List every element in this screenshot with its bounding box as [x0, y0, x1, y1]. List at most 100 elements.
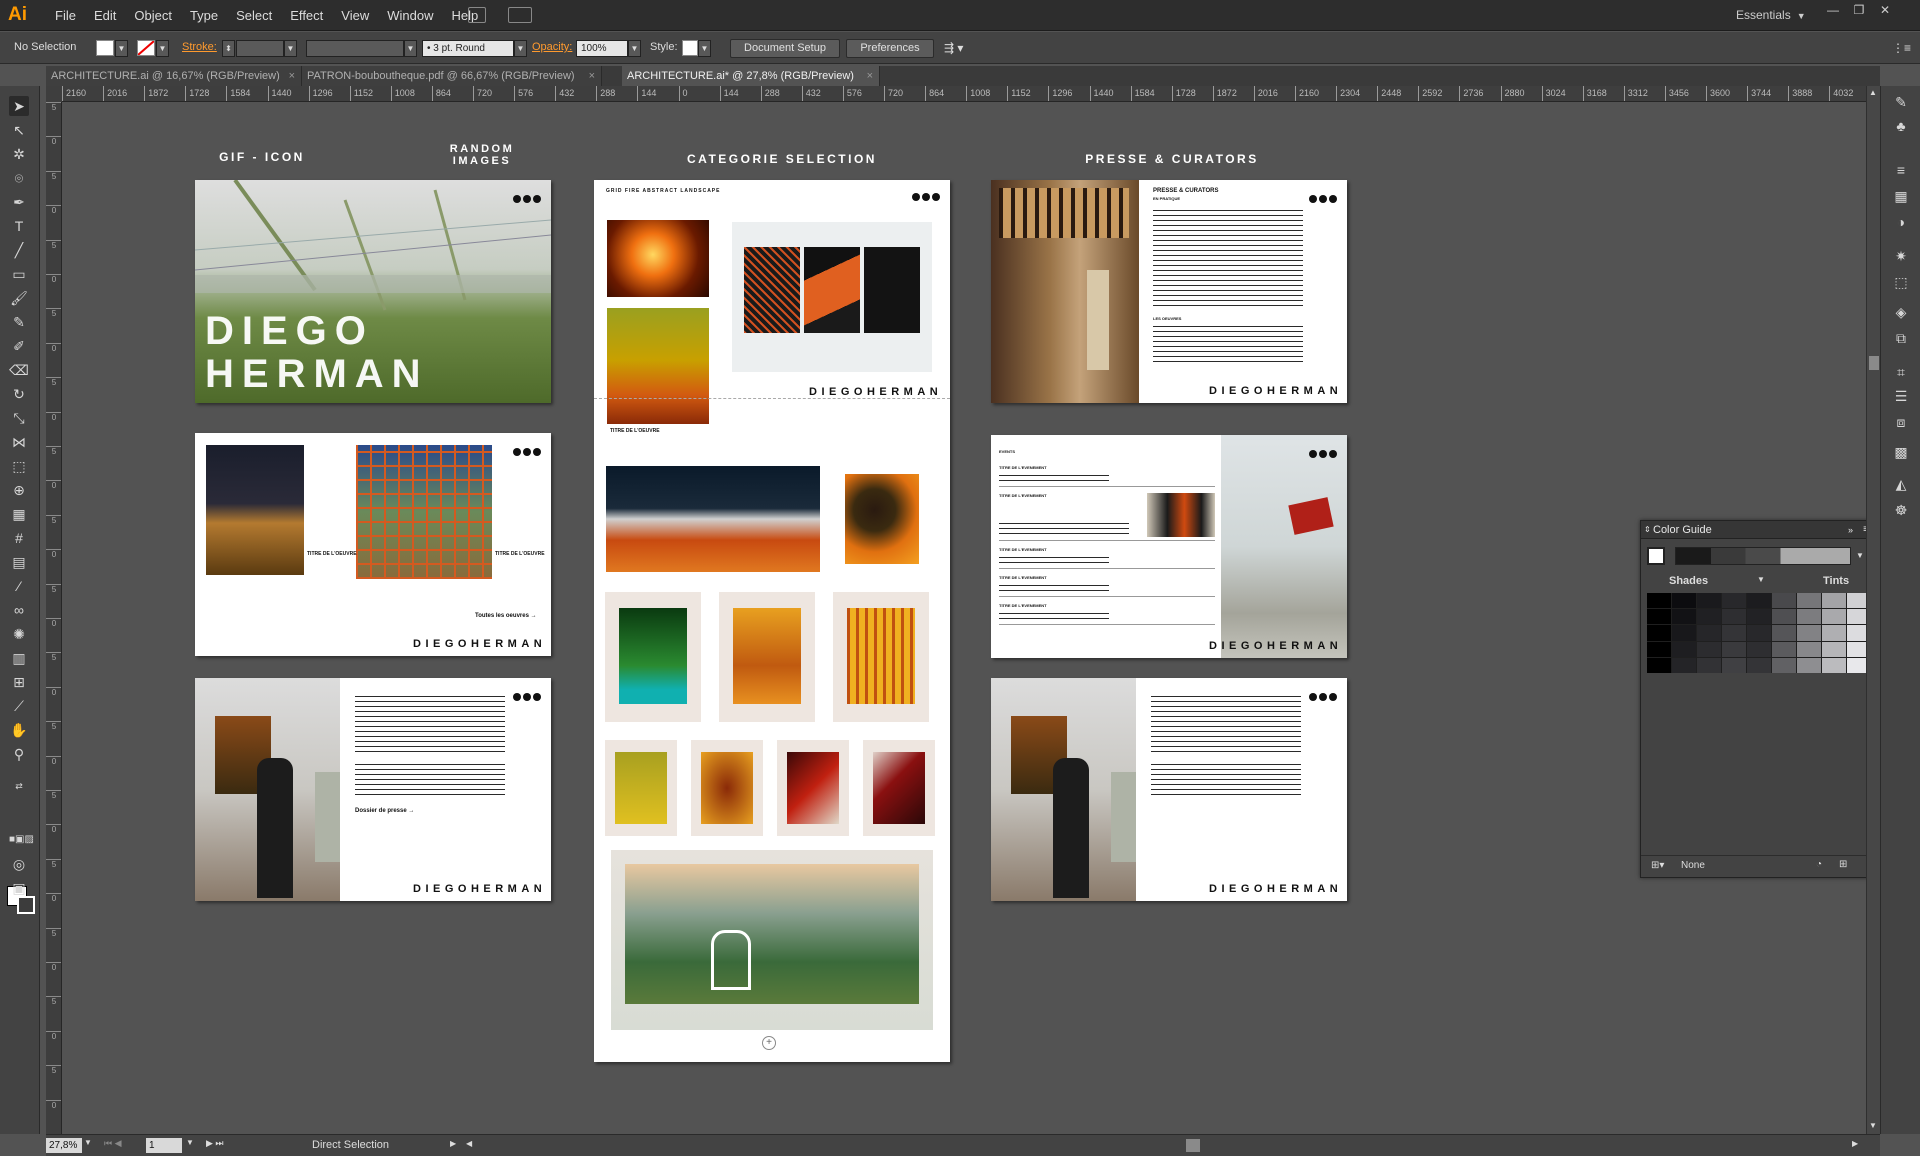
menu-window[interactable]: Window	[378, 0, 442, 31]
harmony-rules-bar[interactable]	[1675, 547, 1851, 565]
edit-colors-icon[interactable]: ◔	[1816, 859, 1822, 870]
color-variation-swatch[interactable]	[1647, 609, 1671, 625]
hand-tool-icon[interactable]: ✋	[9, 720, 29, 740]
symbol-sprayer-tool-icon[interactable]: ✺	[9, 624, 29, 644]
fill-dropdown[interactable]: ▼	[115, 40, 128, 57]
lasso-tool-icon[interactable]: ⌾	[9, 168, 29, 188]
menu-object[interactable]: Object	[125, 0, 181, 31]
direct-selection-tool-icon[interactable]: ↖	[9, 120, 29, 140]
opacity-dropdown[interactable]: ▼	[628, 40, 641, 57]
color-variation-swatch[interactable]	[1722, 641, 1746, 657]
color-variation-swatch[interactable]	[1672, 657, 1696, 673]
color-variation-swatch[interactable]	[1747, 641, 1771, 657]
menu-file[interactable]: File	[46, 0, 85, 31]
color-variation-swatch[interactable]	[1672, 593, 1696, 609]
color-variation-swatch[interactable]	[1822, 609, 1846, 625]
swap-fill-stroke-icon[interactable]: ⇄	[9, 776, 29, 796]
vertical-scrollbar[interactable]: ▲ ▼	[1866, 86, 1880, 1134]
width-tool-icon[interactable]: ⋈	[9, 432, 29, 452]
minimize-icon[interactable]: —	[1820, 2, 1846, 18]
menu-view[interactable]: View	[332, 0, 378, 31]
close-tab-icon[interactable]: ×	[867, 66, 873, 86]
next-artboard-icon[interactable]: ▶ ⏭	[206, 1138, 224, 1149]
brushes-panel-icon[interactable]: ✎	[1891, 92, 1911, 112]
artboard-presse[interactable]: PRESSE & CURATORS EN PRATIQUE LES OEUVRE…	[991, 180, 1347, 403]
event-item[interactable]: TITRE DE L'EVENEMENT	[999, 547, 1215, 569]
color-variation-swatch[interactable]	[1747, 593, 1771, 609]
zoom-dropdown-icon[interactable]: ▼	[84, 1138, 92, 1147]
rotate-tool-icon[interactable]: ↻	[9, 384, 29, 404]
color-variation-swatch[interactable]	[1822, 641, 1846, 657]
color-variation-swatch[interactable]	[1697, 657, 1721, 673]
column-graph-tool-icon[interactable]: ▥	[9, 648, 29, 668]
color-variation-swatch[interactable]	[1672, 625, 1696, 641]
symbols-panel-icon[interactable]: ♣	[1891, 116, 1911, 136]
color-variation-swatch[interactable]	[1822, 593, 1846, 609]
panel-header[interactable]: ⇕ Color Guide » ≡	[1641, 521, 1875, 539]
shape-builder-tool-icon[interactable]: ⊕	[9, 480, 29, 500]
vertical-scroll-thumb[interactable]	[1869, 356, 1879, 370]
variable-width-dropdown[interactable]: ▼	[404, 40, 417, 57]
color-variation-swatch[interactable]	[1772, 657, 1796, 673]
artboard-gif-icon[interactable]: DIEGO HERMAN	[195, 180, 551, 403]
status-menu-icon[interactable]: ▶	[450, 1139, 456, 1148]
color-variation-swatch[interactable]	[1672, 641, 1696, 657]
line-tool-icon[interactable]: ╱	[9, 240, 29, 260]
scroll-left-icon[interactable]: ◀	[466, 1139, 472, 1148]
color-variation-swatch[interactable]	[1772, 593, 1796, 609]
menu-edit[interactable]: Edit	[85, 0, 125, 31]
zoom-tool-icon[interactable]: ⚲	[9, 744, 29, 764]
color-panel-icon[interactable]: ☸	[1891, 500, 1911, 520]
type-tool-icon[interactable]: T	[9, 216, 29, 236]
stroke-swatch[interactable]	[137, 40, 155, 56]
menu-effect[interactable]: Effect	[281, 0, 332, 31]
base-color-swatch[interactable]	[1647, 547, 1665, 565]
color-mode-icons[interactable]: ■▣▨	[9, 830, 34, 850]
stroke-weight-dropdown[interactable]: ▼	[284, 40, 297, 57]
expand-panel-icon[interactable]: »	[1848, 521, 1853, 539]
color-variation-swatch[interactable]	[1822, 625, 1846, 641]
paintbrush-tool-icon[interactable]: 🖌	[9, 288, 29, 308]
slice-tool-icon[interactable]: ⟋	[9, 696, 29, 716]
color-guide-panel-icon[interactable]: ◭	[1891, 474, 1911, 494]
artboard-random-images[interactable]: TITRE DE L'OEUVRE TITRE DE L'OEUVRE Tout…	[195, 433, 551, 656]
horizontal-scroll-thumb[interactable]	[1186, 1139, 1200, 1152]
close-tab-icon[interactable]: ×	[589, 66, 595, 86]
horizontal-ruler[interactable]: 2160 2016 1872 1728 1584 1440 1296 1152 1008 864 7…	[62, 86, 1868, 102]
scale-tool-icon[interactable]: ⤡	[9, 408, 29, 428]
color-variation-swatch[interactable]	[1722, 657, 1746, 673]
transparency-panel-icon[interactable]: ◑	[1891, 212, 1911, 232]
color-variation-swatch[interactable]	[1697, 593, 1721, 609]
color-variation-swatch[interactable]	[1822, 657, 1846, 673]
brush-definition[interactable]: • 3 pt. Round	[422, 40, 514, 57]
color-variation-swatch[interactable]	[1772, 625, 1796, 641]
brush-dropdown[interactable]: ▼	[514, 40, 527, 57]
pen-tool-icon[interactable]: ✒	[9, 192, 29, 212]
stroke-weight-field[interactable]	[236, 40, 284, 57]
stroke-color-box[interactable]	[17, 896, 35, 914]
panel-menu-icon[interactable]: ⋮≡	[1892, 41, 1911, 55]
free-transform-tool-icon[interactable]: ⬚	[9, 456, 29, 476]
style-dropdown[interactable]: ▼	[698, 40, 711, 57]
color-variation-swatch[interactable]	[1797, 625, 1821, 641]
style-swatch[interactable]	[682, 40, 698, 56]
color-variation-swatch[interactable]	[1797, 609, 1821, 625]
preferences-button[interactable]: Preferences	[846, 39, 934, 58]
swatch-library-icon[interactable]: ⊞▾	[1651, 860, 1664, 871]
restore-icon[interactable]: ❐	[1846, 2, 1872, 18]
stroke-weight-stepper[interactable]: ⬍	[222, 40, 235, 57]
graphic-styles-panel-icon[interactable]: ⬚	[1891, 272, 1911, 292]
screen-mode-icon[interactable]: ▣	[9, 878, 29, 898]
artboard-categorie-selection[interactable]: GRID FIRE ABSTRACT LANDSCAPE DIEGOHERMAN…	[594, 180, 950, 1062]
color-variation-swatch[interactable]	[1772, 609, 1796, 625]
shades-dropdown-icon[interactable]: ▼	[1757, 575, 1765, 584]
color-variation-swatch[interactable]	[1697, 609, 1721, 625]
stroke-panel-icon[interactable]: ≡	[1891, 160, 1911, 180]
artboard-bio[interactable]: Dossier de presse → DIEGOHERMAN	[195, 678, 551, 901]
stroke-dropdown[interactable]: ▼	[156, 40, 169, 57]
menu-type[interactable]: Type	[181, 0, 227, 31]
transform-panel-icon[interactable]: ⌗	[1891, 362, 1911, 382]
artboards-panel-icon[interactable]: ⧉	[1891, 328, 1911, 348]
arrange-documents-icon[interactable]	[508, 7, 532, 23]
harmony-dropdown-icon[interactable]: ▼	[1853, 547, 1867, 565]
